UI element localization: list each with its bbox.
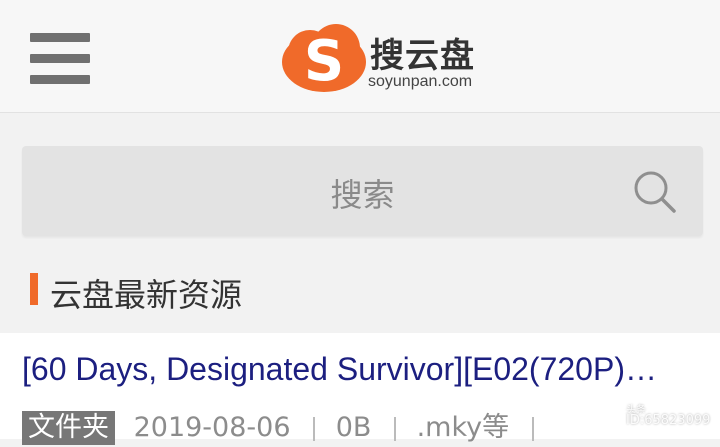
divider	[313, 417, 316, 441]
watermark-id: ID:65823099	[626, 413, 711, 428]
cloud-logo-icon: S	[282, 24, 366, 94]
resource-size: 0B	[335, 412, 372, 443]
logo-text-cn: 搜云盘	[370, 36, 475, 76]
watermark: 头条 ID:65823099	[596, 398, 716, 434]
section-accent-bar	[30, 273, 38, 305]
divider	[394, 417, 396, 441]
top-header: S 搜云盘 soyunpan.com	[0, 0, 720, 113]
logo-letter: S	[304, 29, 344, 94]
search-icon[interactable]	[633, 170, 677, 214]
resource-title-link[interactable]: [60 Days, Designated Survivor][E02(720P)…	[22, 351, 702, 388]
divider	[531, 417, 534, 441]
search-placeholder: 搜索	[330, 176, 395, 214]
search-input[interactable]: 搜索	[22, 146, 703, 236]
menu-icon[interactable]	[30, 33, 90, 85]
section-title: 云盘最新资源	[50, 276, 243, 314]
resource-ext: .mky等	[416, 412, 510, 443]
type-badge: 文件夹	[22, 411, 115, 445]
logo-text-en: soyunpan.com	[368, 73, 473, 90]
resource-meta: 文件夹 2019-08-06 0B .mky等	[22, 411, 546, 447]
resource-date: 2019-08-06	[133, 412, 291, 443]
site-logo[interactable]: S 搜云盘 soyunpan.com	[280, 22, 500, 94]
toutiao-logo-icon	[596, 404, 620, 426]
